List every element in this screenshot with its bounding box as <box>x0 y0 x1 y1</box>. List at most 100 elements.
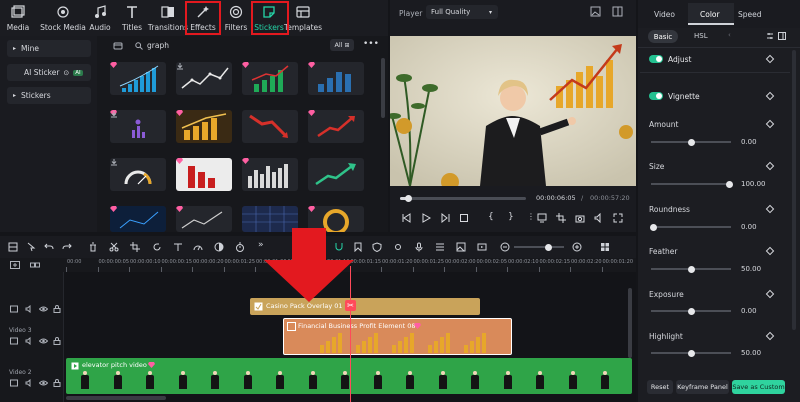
sticker-thumbnail[interactable] <box>110 110 166 143</box>
rotate-icon[interactable] <box>152 242 162 252</box>
stop-icon[interactable] <box>459 213 469 223</box>
previous-frame-icon[interactable] <box>401 213 411 223</box>
image-icon[interactable] <box>456 242 466 252</box>
panel-icon[interactable] <box>612 6 623 17</box>
filter-dropdown[interactable]: All ⊞ <box>330 39 354 51</box>
play-icon[interactable] <box>421 213 431 223</box>
sticker-thumbnail[interactable] <box>242 158 298 191</box>
camera-icon[interactable] <box>575 213 585 223</box>
lock-icon[interactable] <box>53 337 61 345</box>
sticker-thumbnail[interactable] <box>110 62 166 95</box>
zoom-knob[interactable] <box>545 243 552 251</box>
lock-icon[interactable] <box>53 305 61 313</box>
timer-icon[interactable] <box>235 242 245 252</box>
sticker-thumbnail[interactable] <box>308 62 364 95</box>
tab-video[interactable]: Video <box>654 10 675 19</box>
lock-icon[interactable] <box>53 379 61 387</box>
microphone-icon[interactable] <box>414 242 424 252</box>
sticker-thumbnail[interactable] <box>242 110 298 143</box>
toolbar-stock-media[interactable]: Stock Media <box>40 2 86 34</box>
film-icon[interactable] <box>477 242 487 252</box>
panel-scrollbar[interactable] <box>792 50 796 330</box>
toolbar-media[interactable]: Media <box>6 2 30 34</box>
grid-scrollbar[interactable] <box>381 58 385 118</box>
tab-speed[interactable]: Speed <box>738 10 762 19</box>
layout-icon[interactable] <box>8 242 18 252</box>
video-clip[interactable]: elevator pitch video <box>66 358 632 394</box>
slider-knob[interactable] <box>687 265 695 273</box>
param-value[interactable]: 100.00 <box>741 180 783 188</box>
scissors-icon[interactable] <box>109 242 119 252</box>
toolbar-transitions[interactable]: Transitions <box>148 2 188 34</box>
param-value[interactable]: 0.00 <box>741 223 783 231</box>
list-icon[interactable] <box>435 242 445 252</box>
sticker-thumbnail[interactable] <box>242 62 298 95</box>
link-icon[interactable] <box>30 261 40 269</box>
next-frame-icon[interactable] <box>441 213 451 223</box>
param-value[interactable]: 50.00 <box>741 265 783 273</box>
sticker-thumbnail[interactable] <box>110 158 166 191</box>
redo-icon[interactable] <box>62 242 72 252</box>
image-icon[interactable] <box>590 6 601 17</box>
volume-icon[interactable] <box>25 305 33 313</box>
video-preview[interactable] <box>390 36 636 186</box>
slider-knob[interactable] <box>687 349 695 357</box>
more-options-icon[interactable]: ⋮ <box>527 212 535 221</box>
sticker-thumbnail[interactable] <box>176 158 232 191</box>
eye-icon[interactable] <box>39 337 48 345</box>
sticker-thumbnail[interactable] <box>308 158 364 191</box>
sticker-thumbnail[interactable] <box>176 110 232 143</box>
volume-icon[interactable] <box>25 379 33 387</box>
quality-dropdown[interactable]: Full Quality ▾ <box>426 5 498 19</box>
mark-out-icon[interactable]: } <box>508 212 514 222</box>
keyframe-panel-button[interactable]: Keyframe Panel <box>676 380 729 394</box>
monitor-icon[interactable] <box>537 213 547 223</box>
eye-icon[interactable] <box>39 305 48 313</box>
save-as-custom-button[interactable]: Save as Custom <box>732 380 785 394</box>
toolbar-titles[interactable]: Titles <box>120 2 144 34</box>
size-slider[interactable] <box>651 180 733 188</box>
toolbar-templates[interactable]: Templates <box>284 2 322 34</box>
param-value[interactable]: 0.00 <box>741 138 783 146</box>
eye-icon[interactable] <box>39 379 48 387</box>
highlight-slider[interactable] <box>651 349 731 357</box>
zoom-slider[interactable] <box>514 243 564 251</box>
sidebar-item-ai-sticker[interactable]: AI Sticker ⊙ AI <box>7 64 91 81</box>
select-icon[interactable] <box>26 242 36 252</box>
progress-knob[interactable] <box>405 195 413 202</box>
timeline-scrollbar[interactable] <box>66 396 166 400</box>
reset-button[interactable]: Reset <box>647 380 673 394</box>
delete-icon[interactable] <box>88 242 98 252</box>
crop-icon[interactable] <box>130 242 140 252</box>
toolbar-audio[interactable]: Audio <box>88 2 112 34</box>
chevron-left-icon[interactable]: ‹ <box>728 31 731 39</box>
sun-icon[interactable] <box>393 242 403 252</box>
sidebar-item-stickers[interactable]: ▸ Stickers <box>7 87 91 104</box>
sticker-thumbnail[interactable] <box>110 206 166 232</box>
slider-knob[interactable] <box>687 138 695 146</box>
param-value[interactable]: 0.00 <box>741 307 783 315</box>
panel-icon[interactable] <box>778 32 786 40</box>
sticker-thumbnail[interactable] <box>176 62 232 95</box>
add-track-icon[interactable] <box>10 261 20 269</box>
playback-progress-bar[interactable] <box>400 195 526 202</box>
more-icon[interactable]: ••• <box>363 39 379 49</box>
slider-knob[interactable] <box>687 307 695 315</box>
crop-icon[interactable] <box>556 213 566 223</box>
sidebar-item-mine[interactable]: ▸ Mine <box>7 40 91 57</box>
sticker-clip[interactable]: Financial Business Profit Element 08 <box>283 318 512 355</box>
exposure-slider[interactable] <box>651 307 731 315</box>
sticker-thumbnail[interactable] <box>308 110 364 143</box>
subtab-hsl[interactable]: HSL <box>694 32 708 40</box>
slider-knob[interactable] <box>725 180 733 188</box>
adjust-icon[interactable] <box>214 242 224 252</box>
zoom-in-icon[interactable] <box>572 242 582 252</box>
sliders-icon[interactable] <box>766 32 774 40</box>
text-icon[interactable] <box>173 242 183 252</box>
toolbar-filters[interactable]: Filters <box>223 2 249 34</box>
mark-in-icon[interactable]: { <box>488 212 494 222</box>
roundness-slider[interactable] <box>649 223 731 231</box>
search-input[interactable]: graph <box>147 41 169 50</box>
zoom-out-icon[interactable] <box>500 242 510 252</box>
vignette-toggle[interactable] <box>649 92 663 100</box>
